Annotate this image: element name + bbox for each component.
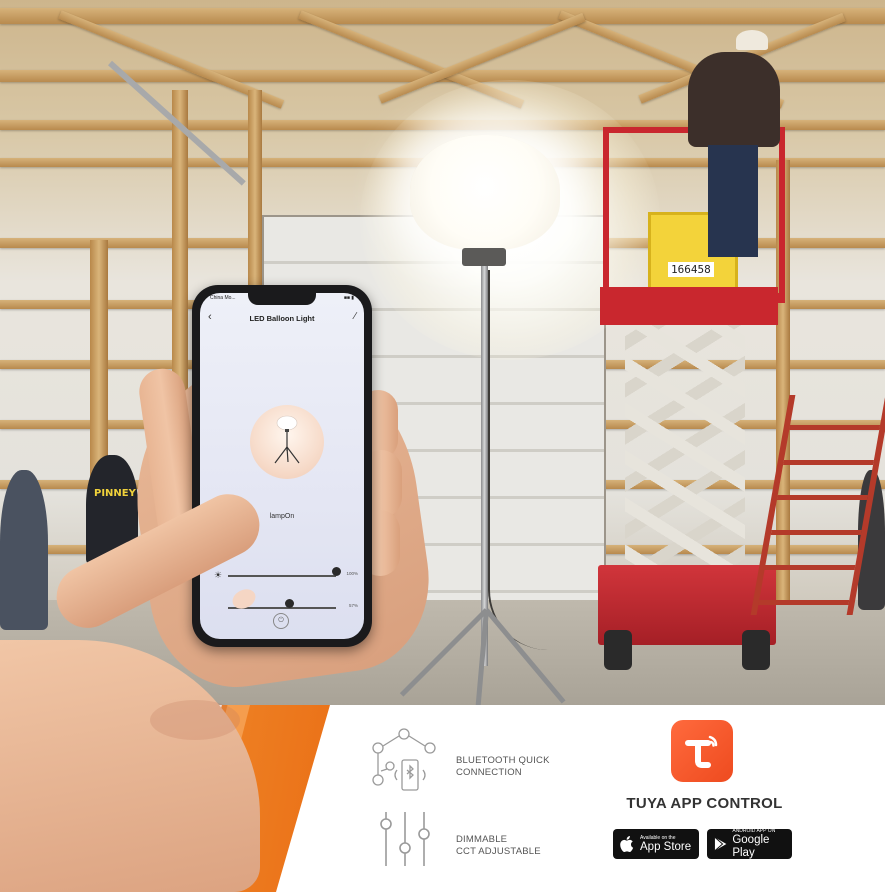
app-store-badge[interactable]: Available on the App Store [613,829,699,859]
appstore-label: App Store [640,840,692,853]
roof-beam [0,8,885,24]
tuya-logo [671,720,733,782]
power-cable [488,270,580,650]
lift-wheel [604,630,632,670]
lamp-mount [462,248,506,266]
brightness-value: 100% [346,571,358,576]
mixer-sliders-icon [380,812,430,866]
google-play-icon [714,836,727,852]
knuckle-shadow [150,700,240,740]
bluetooth-network-icon [372,728,436,791]
googleplay-label: Google Play [732,834,770,859]
status-indicators: ■■ ▮ [343,295,354,301]
smartphone: China Mo... ■■ ▮ ‹ LED Balloon Light ∕ l… [192,285,372,647]
feature-line: DIMMABLE [456,834,508,845]
brightness-track [228,575,336,577]
cct-thumb[interactable] [285,599,295,608]
warehouse-photo: PINNEY 166458 China Mo... ■■ ▮ ‹ LED Bal… [0,0,885,705]
product-graphic: PINNEY 166458 China Mo... ■■ ▮ ‹ LED Bal… [0,0,885,892]
feature-line: CCT ADJUSTABLE [456,846,541,857]
feature-bluetooth-text: BLUETOOTH QUICK CONNECTION [456,755,550,779]
worker-torso [688,52,780,147]
apple-icon [620,836,634,852]
app-title: LED Balloon Light [249,314,315,323]
device-image [250,405,324,479]
cct-value: 57% [348,603,358,608]
lift-deck [600,287,778,325]
carrier-label: China Mo... [210,295,236,301]
sun-icon: ☀ [214,570,223,580]
power-button[interactable]: ⏻ [273,613,289,629]
tripod-pole [481,266,488,666]
lift-wheel [742,630,770,670]
brightness-slider[interactable]: ☀ 100% [214,567,364,582]
feature-line: BLUETOOTH QUICK [456,755,550,766]
app-screen: China Mo... ■■ ▮ ‹ LED Balloon Light ∕ l… [200,293,364,639]
edit-pencil-icon[interactable]: ∕ [354,311,356,322]
bystander [0,470,48,630]
worker-legs [708,145,758,257]
hard-hat [736,30,768,50]
scissor-arms [625,325,745,575]
phone-notch [248,293,316,305]
jacket-print: PINNEY [94,488,136,499]
feature-dimmable-text: DIMMABLE CCT ADJUSTABLE [456,834,541,858]
balloon-light-head [410,135,560,250]
feature-line: CONNECTION [456,767,522,778]
tuya-title: TUYA APP CONTROL [626,795,783,812]
lift-id-plate: 166458 [668,262,714,277]
tripod-lamp-icon [274,415,300,464]
google-play-badge[interactable]: ANDROID APP ON Google Play [707,828,792,859]
brightness-thumb[interactable] [331,567,341,576]
tuya-t-icon [685,735,718,768]
